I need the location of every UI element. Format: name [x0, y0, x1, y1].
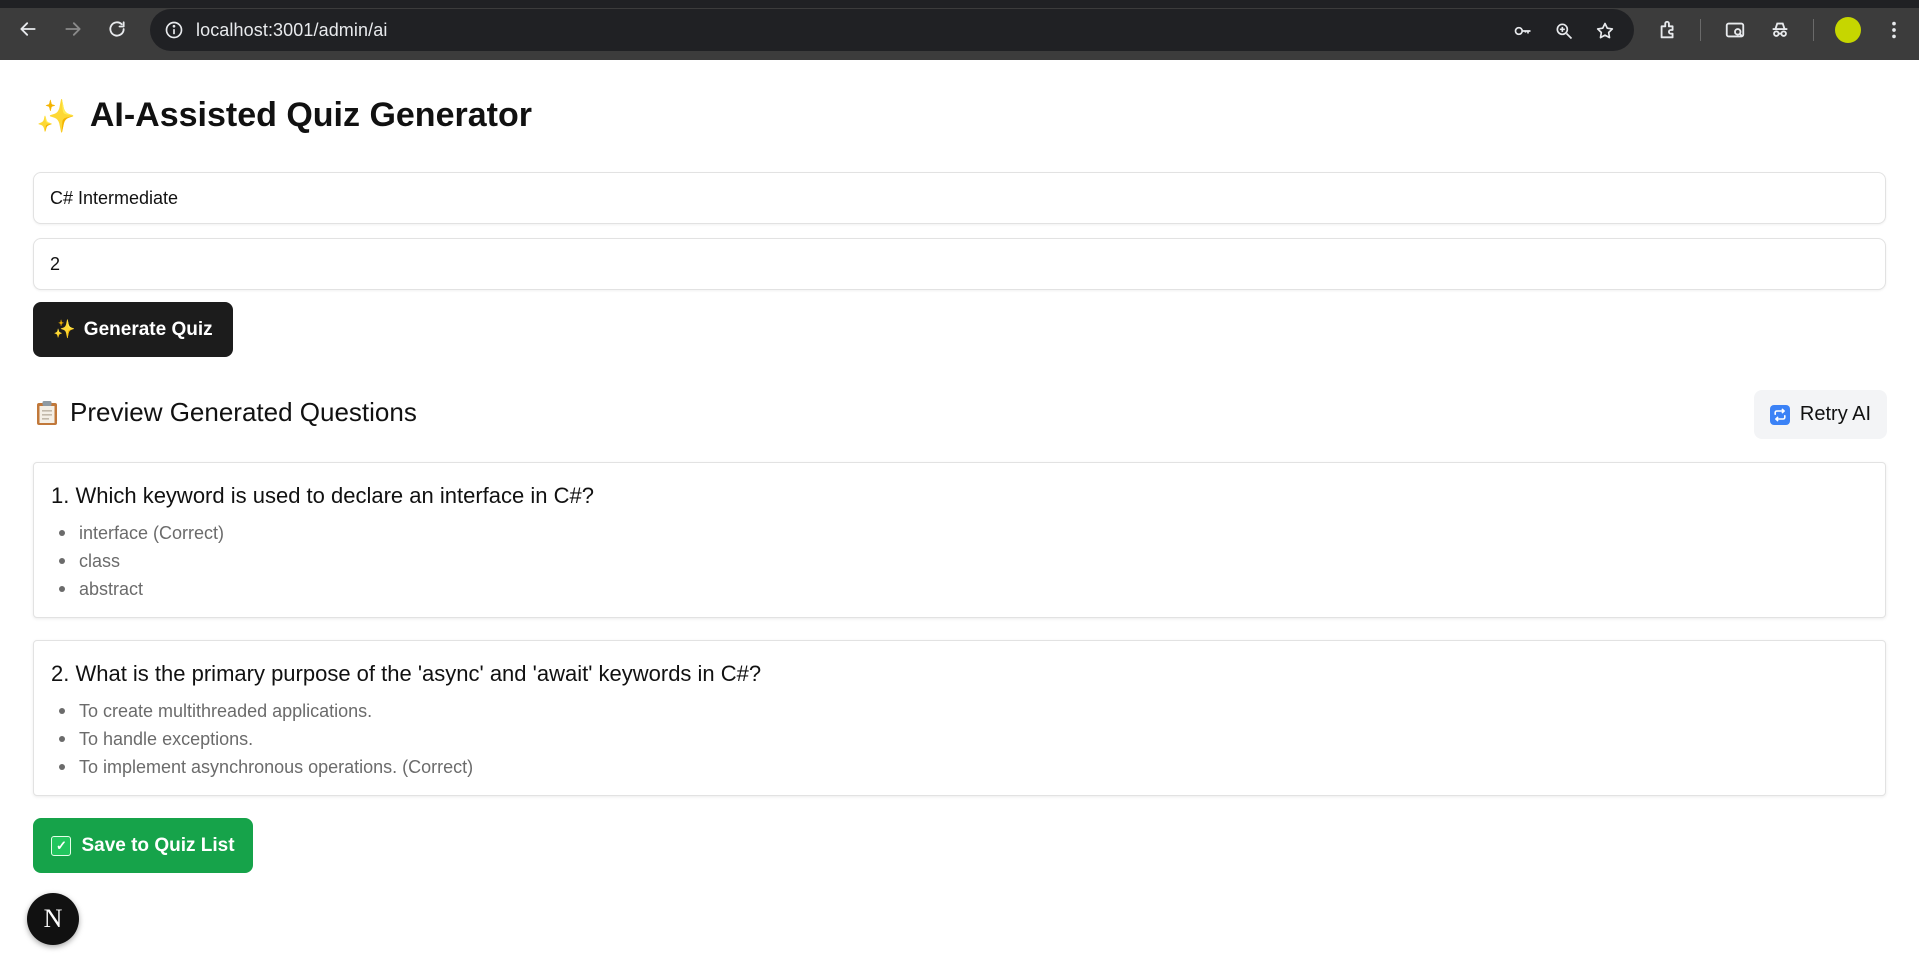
sparkles-icon: ✨: [36, 97, 76, 134]
search-tabs-icon[interactable]: [1721, 16, 1749, 44]
browser-toolbar: localhost:3001/admin/ai: [0, 0, 1919, 60]
bookmark-star-icon[interactable]: [1593, 19, 1617, 43]
option-item: class: [51, 547, 1868, 575]
page-title-text: AI-Assisted Quiz Generator: [89, 96, 532, 134]
forward-arrow-icon[interactable]: [57, 13, 89, 45]
site-info-icon[interactable]: [164, 20, 184, 40]
menu-dots-icon[interactable]: [1880, 16, 1908, 44]
generate-quiz-label: Generate Quiz: [83, 318, 213, 340]
question-text: 1. Which keyword is used to declare an i…: [51, 483, 594, 508]
incognito-icon[interactable]: [1766, 16, 1794, 44]
retry-ai-label: Retry AI: [1799, 403, 1872, 425]
reload-icon[interactable]: [101, 13, 133, 45]
page-title: ✨ AI-Assisted Quiz Generator: [36, 96, 532, 135]
retry-ai-button[interactable]: Retry AI: [1754, 390, 1887, 439]
url-text[interactable]: localhost:3001/admin/ai: [196, 20, 387, 41]
option-item: To implement asynchronous operations. (C…: [51, 753, 1868, 781]
option-item: interface (Correct): [51, 519, 1868, 547]
save-to-quiz-list-button[interactable]: ✓ Save to Quiz List: [33, 818, 253, 873]
password-key-icon[interactable]: [1511, 19, 1535, 43]
option-item: abstract: [51, 575, 1868, 603]
question-text: 2. What is the primary purpose of the 'a…: [51, 661, 762, 686]
profile-avatar[interactable]: [1835, 17, 1861, 43]
question-card: 1. Which keyword is used to declare an i…: [33, 462, 1886, 618]
preview-title-text: Preview Generated Questions: [70, 397, 417, 427]
toolbar-divider: [1813, 19, 1814, 41]
question-count-input[interactable]: [33, 238, 1886, 290]
nextjs-dev-badge[interactable]: N: [27, 893, 79, 945]
option-list: interface (Correct) class abstract: [51, 519, 1868, 603]
repeat-icon: [1769, 404, 1790, 425]
tab-strip: [0, 0, 1919, 8]
check-mark-icon: ✓: [51, 835, 72, 856]
back-arrow-icon[interactable]: [12, 13, 44, 45]
sparkles-icon: ✨: [53, 319, 76, 339]
clipboard-icon: [36, 400, 58, 426]
address-bar[interactable]: localhost:3001/admin/ai: [150, 9, 1634, 51]
extensions-icon[interactable]: [1654, 16, 1682, 44]
topic-input[interactable]: [33, 172, 1886, 224]
toolbar-divider: [1700, 19, 1701, 41]
generate-quiz-button[interactable]: ✨ Generate Quiz: [33, 302, 233, 357]
save-to-quiz-list-label: Save to Quiz List: [81, 834, 235, 856]
option-item: To handle exceptions.: [51, 725, 1868, 753]
zoom-icon[interactable]: [1552, 19, 1576, 43]
option-list: To create multithreaded applications. To…: [51, 697, 1868, 781]
option-item: To create multithreaded applications.: [51, 697, 1868, 725]
badge-letter: N: [43, 904, 63, 933]
question-card: 2. What is the primary purpose of the 'a…: [33, 640, 1886, 796]
preview-section-title: Preview Generated Questions: [36, 397, 417, 428]
